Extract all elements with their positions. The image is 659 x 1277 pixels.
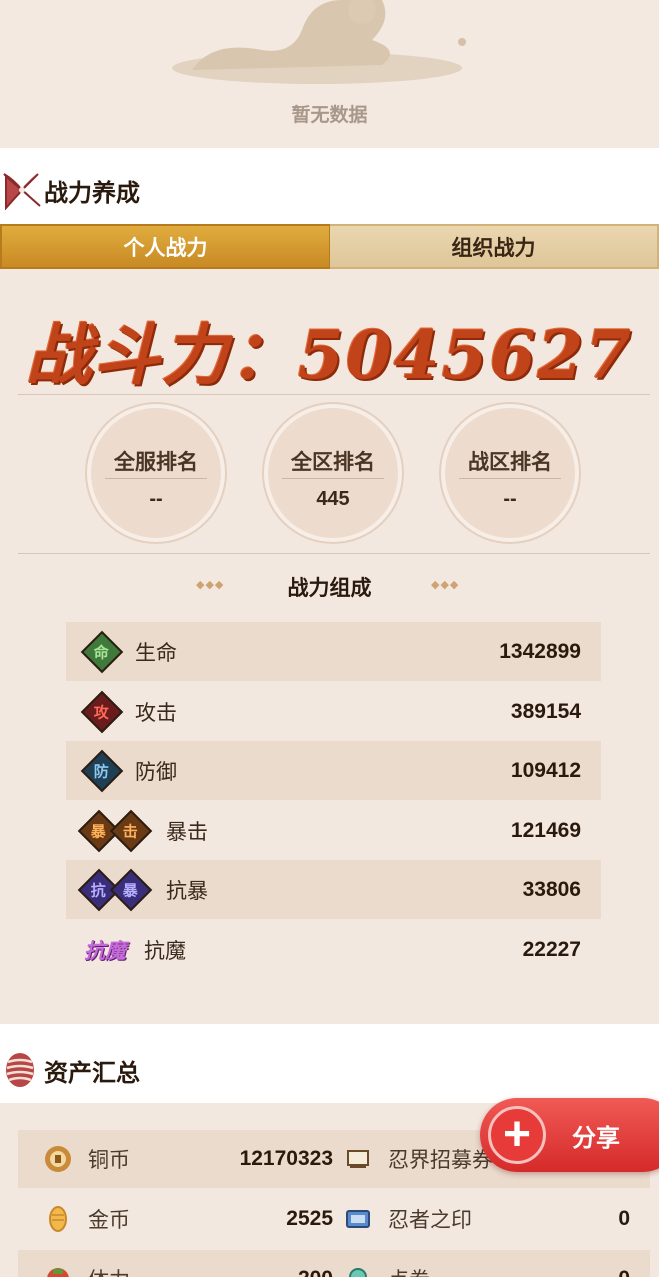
empty-state-illustration xyxy=(172,0,466,84)
stat-name: 抗魔 xyxy=(144,939,186,963)
combat-power-value: 战斗力：5045627 xyxy=(25,316,634,394)
stat-name: 生命 xyxy=(135,641,177,665)
rank-region-value: 445 xyxy=(316,488,350,510)
rank-region-label: 全区排名 xyxy=(291,451,375,474)
hp-icon: 命 xyxy=(80,630,124,673)
rank-server: 全服排名 -- xyxy=(91,408,221,538)
empty-state-text: 暂无数据 xyxy=(291,105,368,126)
asset-ninja-seal: 忍者之印 xyxy=(318,1190,472,1248)
stat-name: 抗暴 xyxy=(166,879,208,903)
asset-value: 0 xyxy=(618,1207,630,1230)
shuriken-icon xyxy=(3,173,41,210)
asset-value: 2525 xyxy=(286,1207,333,1230)
stat-value: 109412 xyxy=(510,758,581,782)
diamond-ornament-right: ◆◆◆ xyxy=(431,579,460,591)
asset-gold: 金币 xyxy=(18,1190,130,1248)
rank-warzone-value: -- xyxy=(503,488,517,510)
share-label: 分享 xyxy=(572,1125,620,1152)
stat-row-defense: 防 防御 109412 xyxy=(66,741,601,800)
stat-value: 1342899 xyxy=(499,639,581,663)
asset-stamina: 体力 xyxy=(18,1250,130,1277)
stat-value: 33806 xyxy=(522,877,581,901)
voucher-icon xyxy=(349,1268,367,1277)
gold-icon xyxy=(49,1206,67,1232)
asset-value: 200 xyxy=(168,1250,333,1277)
asset-name: 体力 xyxy=(88,1264,130,1277)
scroll-bundle-icon xyxy=(6,1053,34,1087)
asset-copper: 铜币 xyxy=(18,1130,130,1188)
divider xyxy=(18,553,650,554)
asset-value: 0 xyxy=(518,1250,630,1277)
power-tabs: 个人战力 组织战力 xyxy=(0,224,659,269)
plus-icon: + xyxy=(488,1106,546,1164)
stamina-icon xyxy=(47,1268,69,1277)
rank-divider xyxy=(282,478,384,479)
attack-icon: 攻 xyxy=(80,690,124,733)
share-button[interactable]: + 分享 xyxy=(480,1098,659,1172)
asset-recruit-ticket: 忍界招募券 xyxy=(318,1130,493,1188)
power-panel: 个人战力 组织战力 战斗力：5045627 全服排名 -- 全区排名 445 战… xyxy=(0,224,659,1024)
stat-row-crit-resist: 抗 暴 抗暴 33806 xyxy=(66,860,601,919)
magic-resist-icon: 抗魔 xyxy=(84,939,126,963)
asset-name: 金币 xyxy=(88,1209,130,1232)
stat-name: 攻击 xyxy=(135,701,177,725)
stat-row-crit: 暴 击 暴击 121469 xyxy=(66,801,601,860)
stat-name: 暴击 xyxy=(166,820,208,844)
stat-name: 防御 xyxy=(135,760,177,784)
power-section-header: 战力养成 xyxy=(0,152,659,228)
divider xyxy=(18,394,650,395)
scroll-icon xyxy=(347,1150,369,1168)
stat-row-magic-resist: 抗魔 抗魔 22227 xyxy=(66,920,601,979)
asset-name: 忍界招募券 xyxy=(388,1149,493,1172)
seal-icon xyxy=(346,1210,370,1228)
rank-server-label: 全服排名 xyxy=(114,451,198,474)
asset-row: 金币 2525 忍者之印 0 xyxy=(18,1190,650,1248)
asset-name: 点券 xyxy=(388,1264,430,1277)
defense-icon: 防 xyxy=(80,749,124,792)
asset-row: 体力 200 点券 0 xyxy=(18,1250,650,1277)
rank-divider xyxy=(459,478,561,479)
power-section-title: 战力养成 xyxy=(44,179,140,207)
tab-org-power[interactable]: 组织战力 xyxy=(330,224,659,269)
crit-resist-icon: 抗 暴 xyxy=(77,868,153,911)
assets-section-title: 资产汇总 xyxy=(44,1059,140,1087)
rank-region: 全区排名 445 xyxy=(268,408,398,538)
rank-warzone-label: 战区排名 xyxy=(468,451,552,474)
crit-icon: 暴 击 xyxy=(77,809,153,852)
stat-row-hp: 命 生命 1342899 xyxy=(66,622,601,681)
asset-name: 忍者之印 xyxy=(388,1209,472,1232)
asset-value: 12170323 xyxy=(239,1147,333,1170)
stat-value: 22227 xyxy=(522,937,581,961)
tab-personal-power[interactable]: 个人战力 xyxy=(0,224,330,269)
asset-name: 铜币 xyxy=(88,1149,130,1172)
rank-server-value: -- xyxy=(149,488,163,510)
stat-row-attack: 攻 攻击 389154 xyxy=(66,682,601,741)
coin-icon xyxy=(45,1146,71,1172)
rank-warzone: 战区排名 -- xyxy=(445,408,575,538)
rank-divider xyxy=(105,478,207,479)
stat-value: 121469 xyxy=(510,818,581,842)
empty-state-card: 暂无数据 xyxy=(0,0,659,148)
stat-value: 389154 xyxy=(510,699,581,723)
asset-voucher: 点券 xyxy=(318,1250,430,1277)
composition-title: 战力组成 xyxy=(287,577,372,600)
assets-section-header: 资产汇总 xyxy=(0,1032,659,1108)
